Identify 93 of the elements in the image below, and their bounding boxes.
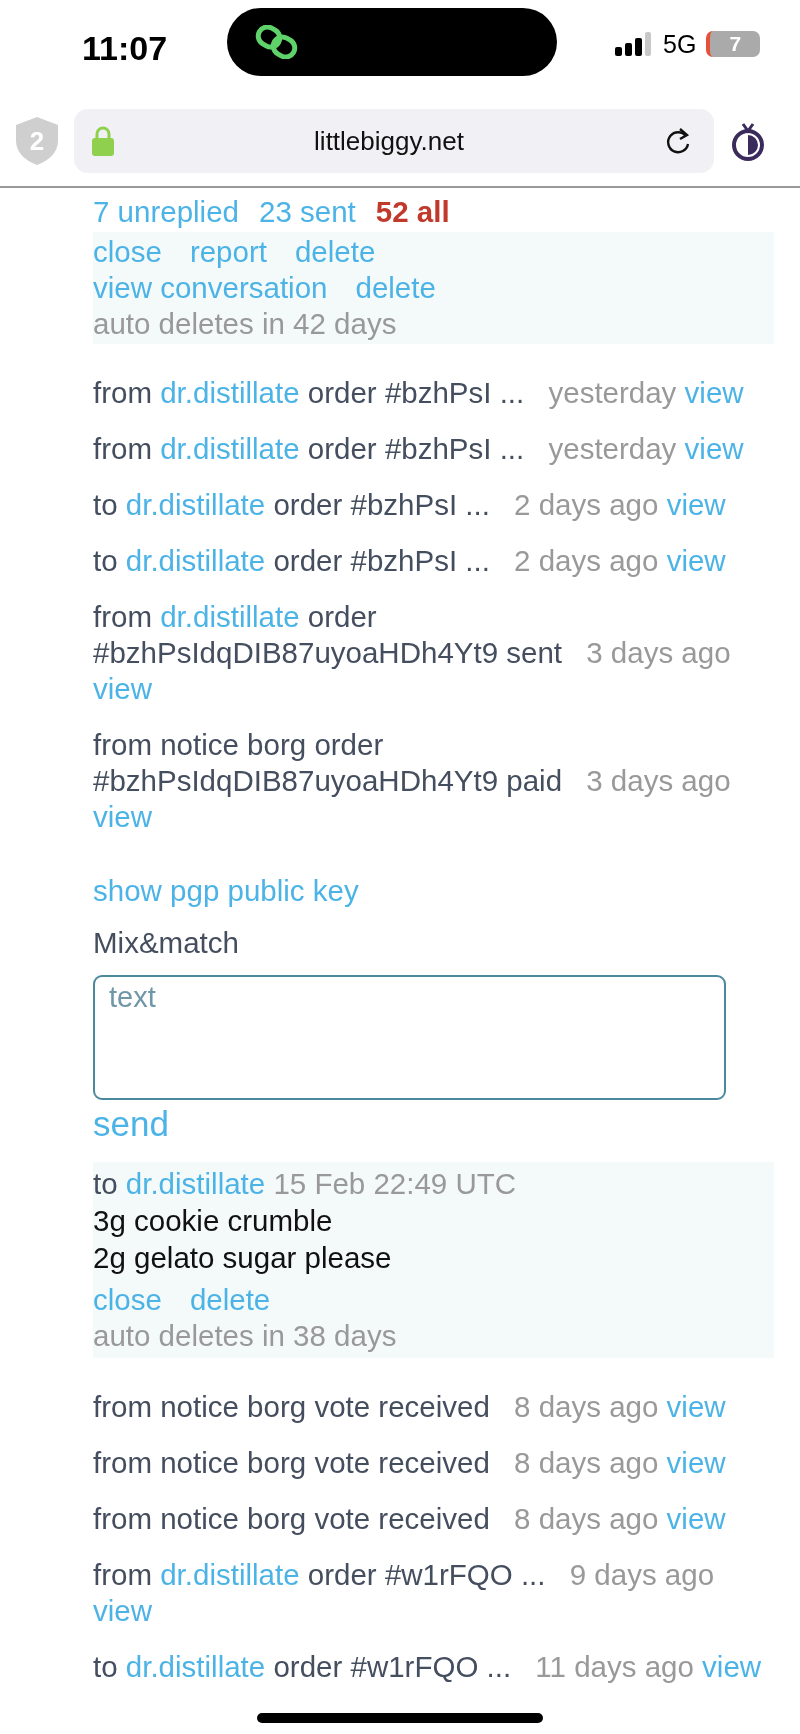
message-direction: to — [93, 544, 118, 577]
sender-name: notice borg — [160, 1502, 307, 1535]
status-time: 11:07 — [82, 28, 169, 68]
action-link[interactable]: view conversation — [93, 270, 328, 306]
view-link[interactable]: view — [702, 1650, 762, 1683]
message-direction: from — [93, 376, 152, 409]
action-link[interactable]: close — [93, 234, 162, 270]
link-icon — [255, 25, 299, 59]
message-subject: order — [273, 488, 343, 521]
message-time: 2 days ago — [514, 544, 659, 577]
filter-link[interactable]: 23 sent — [259, 194, 356, 230]
recipient-link[interactable]: dr.distillate — [125, 1167, 266, 1200]
order-reference: #bzhPsI ... — [350, 544, 490, 577]
address-bar[interactable]: littlebiggy.net — [74, 109, 714, 173]
view-link[interactable]: view — [93, 1594, 152, 1627]
sender-link[interactable]: dr.distillate — [125, 544, 266, 577]
message-time: 3 days ago — [586, 764, 731, 797]
view-link[interactable]: view — [666, 1390, 726, 1423]
message-subject: order — [273, 1650, 343, 1683]
message-subject: vote received — [314, 1390, 490, 1423]
action-link[interactable]: report — [189, 234, 267, 270]
message-time: 15 Feb 22:49 UTC — [273, 1167, 517, 1200]
reload-icon[interactable] — [664, 126, 692, 156]
message-subject: vote received — [314, 1446, 490, 1479]
signal-icon — [615, 32, 653, 56]
message-time: 3 days ago — [586, 636, 731, 669]
filter-link[interactable]: 7 unreplied — [93, 194, 239, 230]
message-subject: order — [307, 376, 377, 409]
url-text: littlebiggy.net — [313, 125, 465, 157]
message-time: 8 days ago — [514, 1502, 659, 1535]
message-direction: to — [93, 1167, 118, 1200]
view-link[interactable]: view — [684, 376, 744, 409]
message-subject: order — [307, 600, 377, 633]
message-input[interactable]: text — [93, 975, 726, 1100]
message-subject: vote received — [314, 1502, 490, 1535]
message-subject: order — [314, 728, 384, 761]
auto-delete-note: auto deletes in 42 days — [93, 306, 397, 342]
message-time: 9 days ago — [569, 1558, 715, 1591]
action-link[interactable]: delete — [355, 270, 436, 306]
message-direction: from — [93, 728, 152, 761]
action-link[interactable]: delete — [189, 1282, 271, 1318]
order-reference: #w1rFQO ... — [384, 1558, 546, 1591]
sender-link[interactable]: dr.distillate — [160, 600, 300, 633]
filter-link[interactable]: 52 all — [375, 194, 450, 230]
message-direction: to — [93, 1650, 118, 1683]
message-direction: to — [93, 488, 118, 521]
view-link[interactable]: view — [666, 488, 726, 521]
view-link[interactable]: view — [93, 800, 152, 833]
view-link[interactable]: view — [666, 544, 726, 577]
sender-name: notice borg — [160, 728, 307, 761]
message-time: 2 days ago — [514, 488, 659, 521]
message-direction: from — [93, 1390, 152, 1423]
message-subject: order — [273, 544, 343, 577]
message-direction: from — [93, 1446, 152, 1479]
message-direction: from — [93, 432, 152, 465]
message-direction: from — [93, 600, 152, 633]
compose-label: Mix&match — [93, 925, 239, 961]
message-body-line: 2g gelato sugar please — [93, 1240, 392, 1276]
action-link[interactable]: delete — [294, 234, 376, 270]
view-link[interactable]: view — [666, 1446, 726, 1479]
order-reference: #bzhPsI ... — [384, 432, 525, 465]
sender-link[interactable]: dr.distillate — [160, 376, 300, 409]
sender-link[interactable]: dr.distillate — [160, 432, 300, 465]
message-time: 8 days ago — [514, 1446, 659, 1479]
view-link[interactable]: view — [93, 672, 152, 705]
sender-link[interactable]: dr.distillate — [160, 1558, 300, 1591]
message-time: yesterday — [548, 376, 677, 409]
message-direction: from — [93, 1558, 152, 1591]
message-time: 11 days ago — [535, 1650, 694, 1683]
order-reference: #bzhPsIdqDIB87uyoaHDh4Yt9 sent — [93, 636, 563, 669]
battery-indicator: 7 — [706, 31, 761, 57]
send-link[interactable]: send — [93, 1102, 169, 1146]
pgp-key-link[interactable]: show pgp public key — [93, 873, 359, 909]
sender-name: notice borg — [160, 1390, 307, 1423]
lock-icon — [92, 126, 114, 156]
view-link[interactable]: view — [666, 1502, 726, 1535]
message-body-line: 3g cookie crumble — [93, 1203, 333, 1239]
order-reference: #bzhPsI ... — [350, 488, 490, 521]
view-link[interactable]: view — [684, 432, 744, 465]
message-subject: order — [307, 1558, 377, 1591]
order-reference: #bzhPsI ... — [384, 376, 525, 409]
sender-name: notice borg — [160, 1446, 307, 1479]
message-time: yesterday — [548, 432, 677, 465]
message-time: 8 days ago — [514, 1390, 659, 1423]
sender-link[interactable]: dr.distillate — [125, 488, 266, 521]
network-label: 5G — [663, 29, 697, 59]
action-link[interactable]: close — [93, 1282, 162, 1318]
message-subject: order — [307, 432, 377, 465]
order-reference: #w1rFQO ... — [350, 1650, 512, 1683]
order-reference: #bzhPsIdqDIB87uyoaHDh4Yt9 paid — [93, 764, 563, 797]
sender-link[interactable]: dr.distillate — [125, 1650, 266, 1683]
message-direction: from — [93, 1502, 152, 1535]
auto-delete-note: auto deletes in 38 days — [93, 1318, 397, 1354]
